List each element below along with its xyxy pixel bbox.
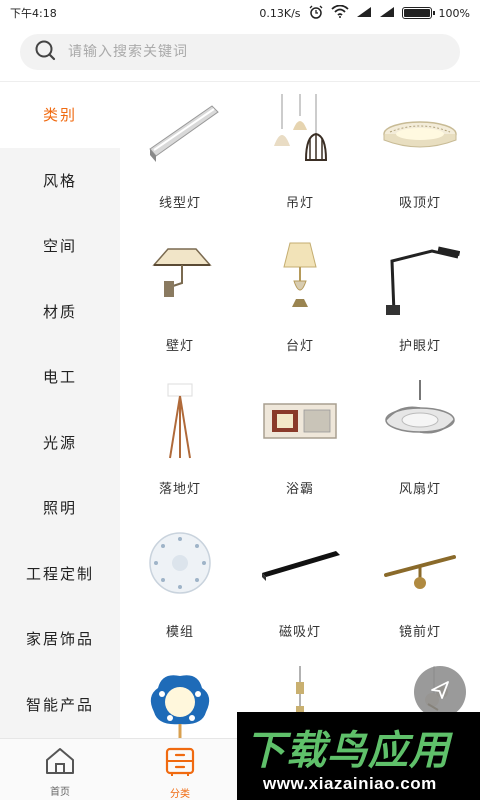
product-category-item[interactable]: 模组	[120, 511, 240, 654]
product-category-item[interactable]: 吊灯	[240, 82, 360, 225]
product-category-item[interactable]: 吸顶灯	[360, 82, 480, 225]
product-category-label: 模组	[165, 625, 194, 640]
floor-lamp-icon	[140, 380, 220, 460]
sidebar-item[interactable]: 材质	[0, 279, 120, 345]
product-category-item[interactable]	[120, 654, 240, 738]
nav-category-label: 分类	[170, 789, 190, 800]
product-category-item[interactable]: 壁灯	[120, 225, 240, 368]
share-fab[interactable]	[414, 666, 466, 718]
sidebar-item-label: 照明	[42, 499, 77, 518]
status-time: 下午4:18	[10, 7, 57, 20]
sidebar-item[interactable]: 风格	[0, 148, 120, 214]
product-category-item[interactable]: 风扇灯	[360, 368, 480, 511]
status-bar: 下午4:18 0.13K/s 100%	[0, 0, 480, 26]
product-category-item[interactable]: 落地灯	[120, 368, 240, 511]
product-category-label: 壁灯	[165, 339, 194, 354]
sidebar-item-label: 空间	[42, 237, 77, 256]
signal-icon-1	[356, 6, 372, 21]
sidebar-item[interactable]: 家居饰品	[0, 606, 120, 672]
sidebar-item-label: 工程定制	[25, 564, 94, 583]
signal-icon-2	[379, 6, 395, 21]
sidebar-item-label: 智能产品	[25, 695, 94, 714]
watermark-logo: 下载鸟应用 www.xiazainiao.com	[237, 712, 480, 800]
alarm-icon	[308, 5, 324, 22]
sidebar-item[interactable]: 电工	[0, 344, 120, 410]
sidebar-item-label: 风格	[42, 171, 77, 190]
product-category-label: 落地灯	[158, 482, 201, 497]
product-category-label: 吸顶灯	[398, 196, 441, 211]
product-category-item[interactable]: 护眼灯	[360, 225, 480, 368]
send-icon	[429, 679, 451, 705]
sidebar-item-label: 电工	[42, 368, 77, 387]
product-category-label: 镜前灯	[398, 625, 441, 640]
nav-home-label: 首页	[50, 787, 70, 798]
product-category-label: 吊灯	[285, 196, 314, 211]
product-category-item[interactable]: 磁吸灯	[240, 511, 360, 654]
sidebar-item-label: 类别	[42, 106, 77, 125]
sidebar-item-label: 家居饰品	[25, 630, 94, 649]
sidebar-item[interactable]: 照明	[0, 475, 120, 541]
battery-icon	[401, 7, 435, 19]
search-box[interactable]	[20, 34, 460, 70]
sidebar-item-label: 光源	[42, 433, 77, 452]
product-category-item[interactable]: 台灯	[240, 225, 360, 368]
home-icon	[44, 747, 76, 779]
mirror-light-icon	[380, 523, 460, 603]
kids-lamp-icon	[140, 666, 220, 738]
wall-lamp-icon	[140, 237, 220, 317]
search-bar-area	[0, 26, 480, 82]
search-input[interactable]	[68, 44, 408, 60]
category-icon	[164, 747, 196, 781]
search-icon	[34, 39, 56, 65]
sidebar-item[interactable]: 工程定制	[0, 541, 120, 607]
product-category-label: 磁吸灯	[278, 625, 321, 640]
led-module-icon	[140, 523, 220, 603]
product-category-item[interactable]: 镜前灯	[360, 511, 480, 654]
magnetic-track-icon	[260, 523, 340, 603]
table-lamp-icon	[260, 237, 340, 317]
category-sidebar: 类别风格空间材质电工光源照明工程定制家居饰品智能产品	[0, 82, 120, 738]
watermark-title: 下载鸟应用	[245, 728, 450, 774]
status-right: 0.13K/s 100%	[259, 4, 470, 22]
wifi-icon	[330, 4, 349, 21]
nav-category[interactable]: 分类	[120, 739, 240, 800]
nav-home[interactable]: 首页	[0, 739, 120, 800]
product-category-label: 护眼灯	[398, 339, 441, 354]
sidebar-item[interactable]: 智能产品	[0, 672, 120, 738]
product-category-item[interactable]: 线型灯	[120, 82, 240, 225]
watermark-url: www.xiazainiao.com	[263, 774, 437, 793]
ceiling-lamp-icon	[380, 94, 460, 174]
product-grid: 线型灯 吊灯 吸顶灯壁灯 台灯 护眼灯落地灯 浴霸 风扇灯模组 磁吸灯 镜前灯	[120, 82, 480, 738]
product-category-label: 风扇灯	[398, 482, 441, 497]
product-category-label: 台灯	[285, 339, 314, 354]
fan-light-icon	[380, 380, 460, 460]
battery-level	[403, 9, 430, 17]
product-category-label: 线型灯	[158, 196, 201, 211]
net-speed: 0.13K/s	[259, 6, 301, 20]
sidebar-item[interactable]: 光源	[0, 410, 120, 476]
product-category-label: 浴霸	[285, 482, 314, 497]
battery-percent: 100%	[438, 6, 470, 20]
linear-light-icon	[140, 94, 220, 174]
sidebar-item[interactable]: 类别	[0, 82, 120, 148]
sidebar-item-label: 材质	[42, 302, 77, 321]
sidebar-item[interactable]: 空间	[0, 213, 120, 279]
desk-eye-lamp-icon	[380, 237, 461, 317]
pendant-lamp-icon	[260, 94, 340, 174]
bath-heater-icon	[260, 380, 340, 460]
product-category-item[interactable]: 浴霸	[240, 368, 360, 511]
